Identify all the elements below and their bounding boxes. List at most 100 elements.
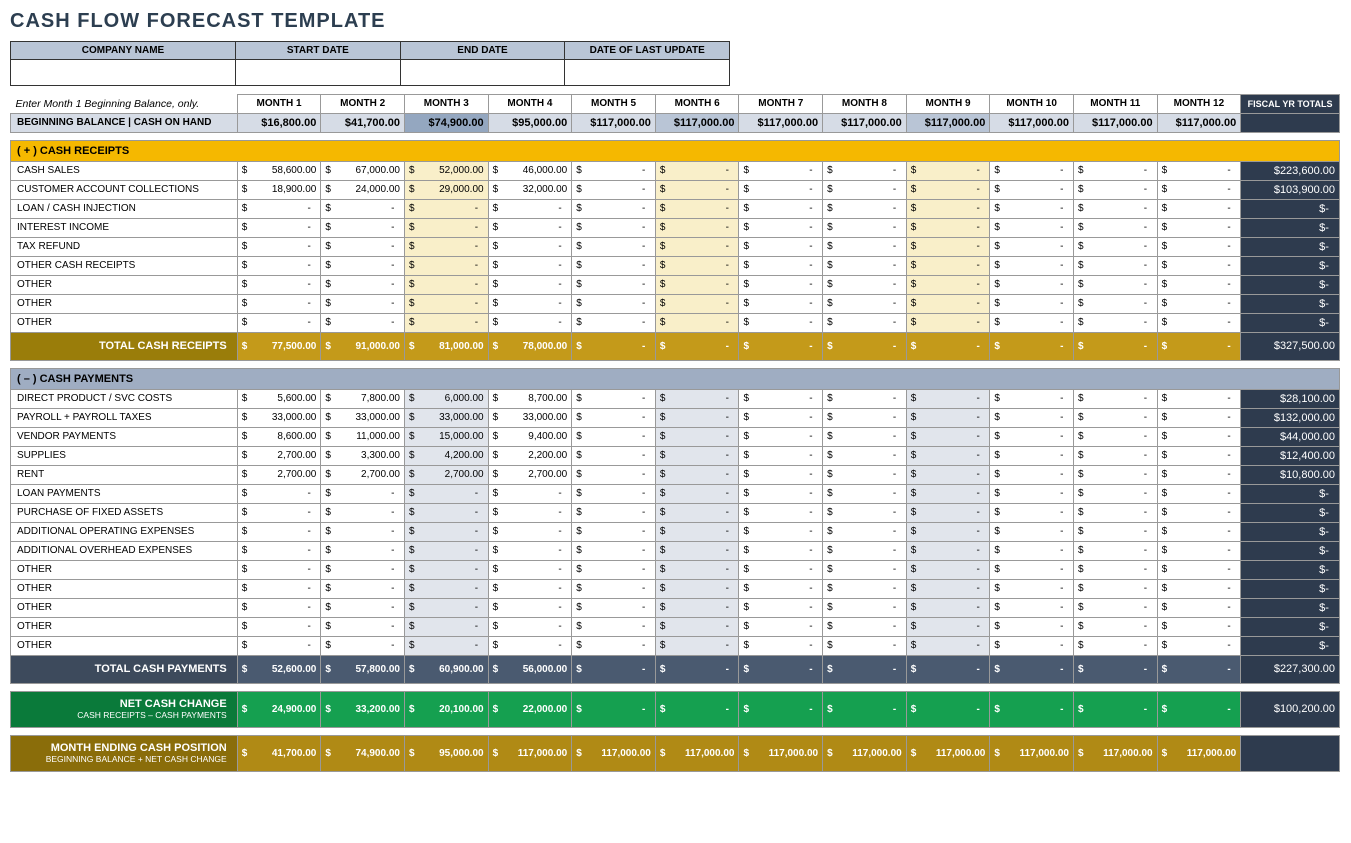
- value-cell[interactable]: $-: [906, 408, 990, 427]
- row-label[interactable]: OTHER: [11, 275, 238, 294]
- value-cell[interactable]: $-: [655, 560, 739, 579]
- value-cell[interactable]: $24,000.00: [321, 180, 405, 199]
- row-label[interactable]: TAX REFUND: [11, 237, 238, 256]
- value-cell[interactable]: $-: [906, 560, 990, 579]
- value-cell[interactable]: $-: [1157, 180, 1241, 199]
- value-cell[interactable]: $46,000.00: [488, 161, 572, 180]
- value-cell[interactable]: $-: [572, 218, 656, 237]
- value-cell[interactable]: $-: [488, 522, 572, 541]
- value-cell[interactable]: $-: [321, 560, 405, 579]
- row-label[interactable]: OTHER: [11, 294, 238, 313]
- value-cell[interactable]: $-: [655, 503, 739, 522]
- value-cell[interactable]: $-: [823, 408, 907, 427]
- value-cell[interactable]: $-: [990, 522, 1074, 541]
- value-cell[interactable]: $117,000.00: [823, 735, 907, 771]
- value-cell[interactable]: $52,600.00: [237, 655, 321, 683]
- value-cell[interactable]: $-: [823, 560, 907, 579]
- value-cell[interactable]: $-: [739, 180, 823, 199]
- value-cell[interactable]: $-: [655, 408, 739, 427]
- value-cell[interactable]: $-: [237, 484, 321, 503]
- value-cell[interactable]: $-: [572, 636, 656, 655]
- value-cell[interactable]: $-: [404, 617, 488, 636]
- value-cell[interactable]: $6,000.00: [404, 389, 488, 408]
- value-cell[interactable]: $-: [990, 218, 1074, 237]
- value-cell[interactable]: $-: [655, 636, 739, 655]
- value-cell[interactable]: $52,000.00: [404, 161, 488, 180]
- value-cell[interactable]: $-: [823, 465, 907, 484]
- value-cell[interactable]: $-: [906, 579, 990, 598]
- value-cell[interactable]: $-: [1073, 465, 1157, 484]
- value-cell[interactable]: $-: [1157, 161, 1241, 180]
- value-cell[interactable]: $-: [237, 218, 321, 237]
- value-cell[interactable]: $60,900.00: [404, 655, 488, 683]
- value-cell[interactable]: $-: [1157, 389, 1241, 408]
- value-cell[interactable]: $2,700.00: [321, 465, 405, 484]
- value-cell[interactable]: $-: [404, 199, 488, 218]
- value-cell[interactable]: $9,400.00: [488, 427, 572, 446]
- value-cell[interactable]: $-: [488, 579, 572, 598]
- value-cell[interactable]: $-: [823, 237, 907, 256]
- value-cell[interactable]: $-: [906, 503, 990, 522]
- value-cell[interactable]: $-: [739, 313, 823, 332]
- value-cell[interactable]: $-: [990, 408, 1074, 427]
- beginning-balance-value[interactable]: $95,000.00: [488, 113, 572, 132]
- value-cell[interactable]: $-: [572, 655, 656, 683]
- value-cell[interactable]: $-: [906, 313, 990, 332]
- value-cell[interactable]: $-: [739, 636, 823, 655]
- beginning-balance-value[interactable]: $16,800.00: [237, 113, 321, 132]
- value-cell[interactable]: $2,700.00: [488, 465, 572, 484]
- value-cell[interactable]: $-: [906, 199, 990, 218]
- value-cell[interactable]: $-: [237, 617, 321, 636]
- value-cell[interactable]: $-: [655, 465, 739, 484]
- value-cell[interactable]: $-: [1073, 579, 1157, 598]
- value-cell[interactable]: $-: [488, 541, 572, 560]
- value-cell[interactable]: $-: [823, 199, 907, 218]
- value-cell[interactable]: $-: [990, 560, 1074, 579]
- value-cell[interactable]: $-: [823, 579, 907, 598]
- value-cell[interactable]: $-: [1157, 522, 1241, 541]
- value-cell[interactable]: $-: [655, 218, 739, 237]
- value-cell[interactable]: $-: [739, 389, 823, 408]
- value-cell[interactable]: $-: [404, 522, 488, 541]
- value-cell[interactable]: $24,900.00: [237, 691, 321, 727]
- value-cell[interactable]: $41,700.00: [237, 735, 321, 771]
- value-cell[interactable]: $-: [488, 275, 572, 294]
- value-cell[interactable]: $-: [655, 180, 739, 199]
- value-cell[interactable]: $-: [906, 389, 990, 408]
- value-cell[interactable]: $-: [739, 541, 823, 560]
- value-cell[interactable]: $29,000.00: [404, 180, 488, 199]
- value-cell[interactable]: $78,000.00: [488, 332, 572, 360]
- value-cell[interactable]: $-: [404, 503, 488, 522]
- value-cell[interactable]: $-: [321, 522, 405, 541]
- value-cell[interactable]: $-: [321, 636, 405, 655]
- row-label[interactable]: OTHER: [11, 636, 238, 655]
- value-cell[interactable]: $-: [906, 256, 990, 275]
- value-cell[interactable]: $-: [237, 199, 321, 218]
- value-cell[interactable]: $-: [572, 199, 656, 218]
- value-cell[interactable]: $-: [823, 275, 907, 294]
- beginning-balance-value[interactable]: $117,000.00: [823, 113, 907, 132]
- value-cell[interactable]: $-: [1157, 503, 1241, 522]
- value-cell[interactable]: $-: [1157, 579, 1241, 598]
- value-cell[interactable]: $2,700.00: [237, 465, 321, 484]
- beginning-balance-value[interactable]: $117,000.00: [1157, 113, 1241, 132]
- value-cell[interactable]: $-: [906, 465, 990, 484]
- value-cell[interactable]: $-: [739, 294, 823, 313]
- value-cell[interactable]: $-: [321, 541, 405, 560]
- value-cell[interactable]: $-: [655, 484, 739, 503]
- value-cell[interactable]: $-: [488, 636, 572, 655]
- value-cell[interactable]: $-: [655, 389, 739, 408]
- value-cell[interactable]: $-: [404, 275, 488, 294]
- value-cell[interactable]: $-: [906, 598, 990, 617]
- value-cell[interactable]: $-: [906, 237, 990, 256]
- value-cell[interactable]: $-: [990, 503, 1074, 522]
- value-cell[interactable]: $-: [823, 655, 907, 683]
- row-label[interactable]: DIRECT PRODUCT / SVC COSTS: [11, 389, 238, 408]
- value-cell[interactable]: $-: [572, 522, 656, 541]
- value-cell[interactable]: $117,000.00: [1157, 735, 1241, 771]
- value-cell[interactable]: $-: [1073, 294, 1157, 313]
- value-cell[interactable]: $33,000.00: [321, 408, 405, 427]
- value-cell[interactable]: $-: [906, 655, 990, 683]
- value-cell[interactable]: $-: [906, 617, 990, 636]
- value-cell[interactable]: $-: [990, 161, 1074, 180]
